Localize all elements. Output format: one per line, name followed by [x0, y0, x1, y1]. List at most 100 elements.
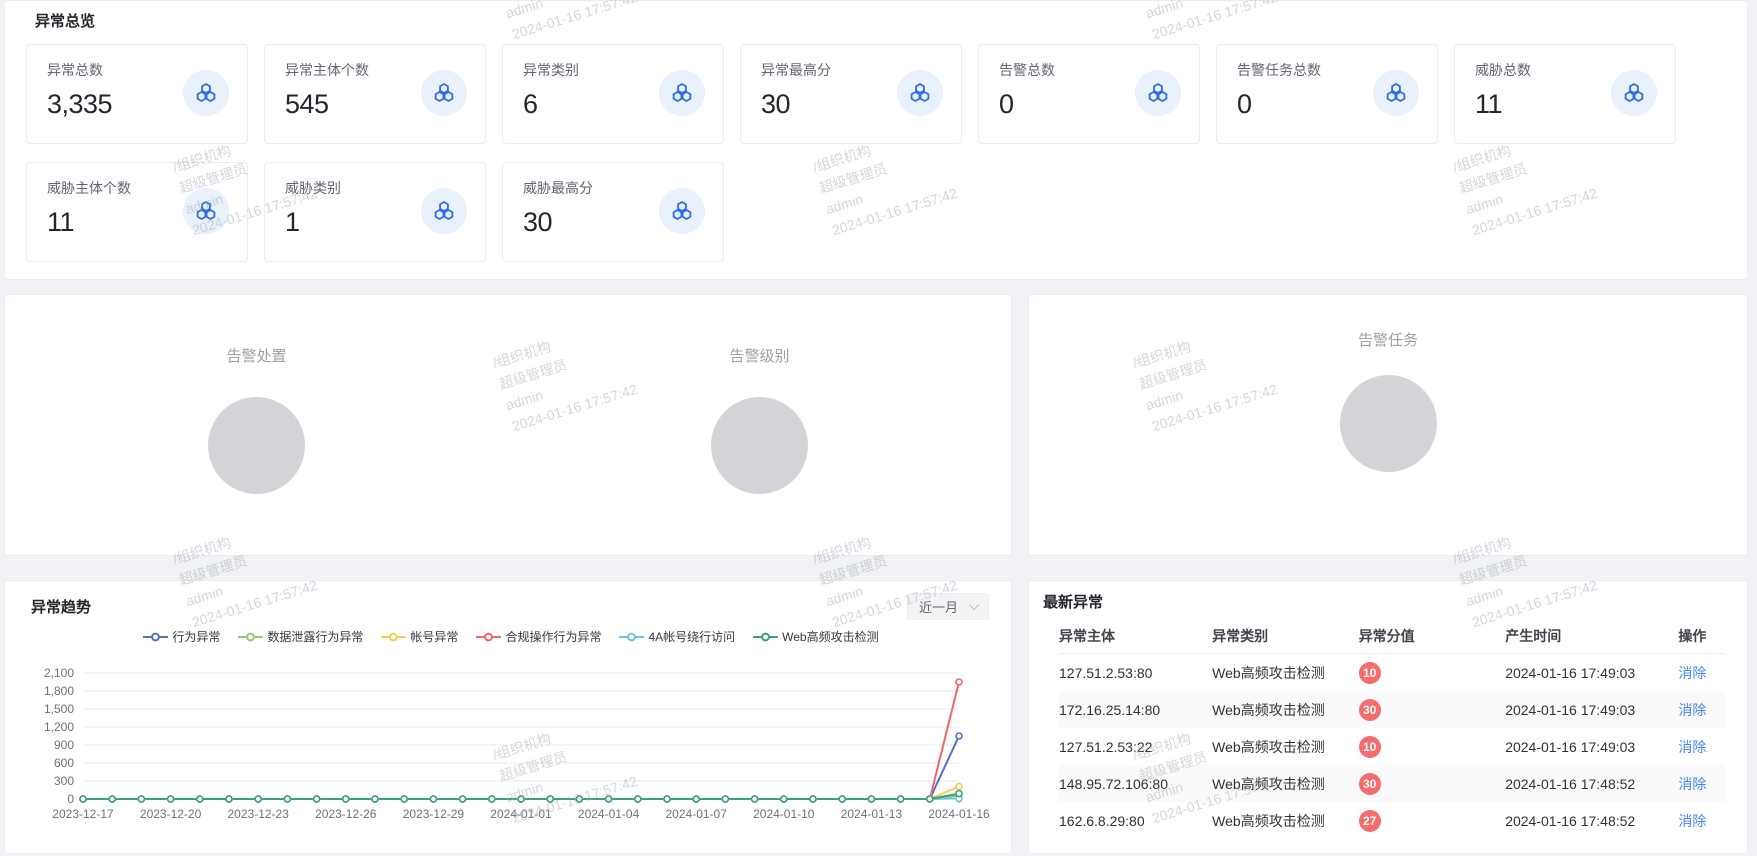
stat-card-threat-categories: 威胁类别 1 [264, 162, 486, 262]
dismiss-link[interactable]: 消除 [1678, 813, 1706, 829]
trend-chart-container: 03006009001,2001,5001,8002,1002023-12-17… [31, 647, 991, 836]
dismiss-link[interactable]: 消除 [1678, 702, 1706, 718]
svg-text:2023-12-26: 2023-12-26 [315, 807, 377, 821]
anomaly-subject: 127.51.2.53:80 [1059, 665, 1212, 681]
anomaly-subject: 127.51.2.53:22 [1059, 739, 1212, 755]
svg-text:2024-01-16: 2024-01-16 [928, 807, 990, 821]
anomaly-category: Web高频攻击检测 [1212, 811, 1359, 831]
legend-label: 行为异常 [172, 628, 220, 645]
latest-anomalies-panel: 最新异常 异常主体 异常类别 异常分值 产生时间 操作 127.51.2.53:… [1028, 580, 1748, 854]
time-range-select[interactable]: 近一月 [907, 593, 989, 620]
anomaly-category: Web高频攻击检测 [1212, 663, 1359, 683]
latest-title: 最新异常 [1043, 591, 1725, 612]
stat-value: 11 [1475, 89, 1531, 120]
column-header-category: 异常类别 [1212, 626, 1359, 646]
stat-card-row-1: 异常总数 3,335 异常主体个数 545 异常类别 6 异常最高分 30 告警… [26, 44, 1727, 144]
stat-card-anomaly-total: 异常总数 3,335 [26, 44, 248, 144]
svg-text:2024-01-04: 2024-01-04 [578, 807, 640, 821]
column-header-time: 产生时间 [1505, 626, 1678, 646]
alert-task-panel: 告警任务 [1028, 294, 1748, 556]
cluster-icon [1135, 70, 1181, 116]
svg-text:2023-12-29: 2023-12-29 [403, 807, 465, 821]
legend-line-icon [476, 632, 501, 642]
anomaly-subject: 162.6.8.29:80 [1059, 813, 1212, 829]
stat-card-threat-total: 威胁总数 11 [1454, 44, 1676, 144]
score-badge: 27 [1359, 810, 1381, 832]
legend-item[interactable]: 行为异常 [143, 628, 220, 645]
alert-task-chart: 告警任务 [1029, 295, 1747, 472]
dismiss-link[interactable]: 消除 [1678, 776, 1706, 792]
stat-label: 告警任务总数 [1237, 60, 1321, 80]
legend-label: Web高频攻击检测 [782, 628, 878, 645]
legend-item[interactable]: Web高频攻击检测 [753, 628, 878, 645]
score-badge: 30 [1359, 773, 1381, 795]
cluster-icon [1611, 70, 1657, 116]
svg-text:2023-12-17: 2023-12-17 [52, 807, 114, 821]
stat-label: 威胁类别 [285, 178, 341, 198]
trend-title: 异常趋势 [31, 596, 91, 617]
chevron-down-icon [969, 600, 979, 610]
stat-card-row-2: 威胁主体个数 11 威胁类别 1 威胁最高分 30 [26, 162, 1727, 262]
anomaly-trend-panel: 异常趋势 近一月 行为异常 数据泄露行为异常 帐号异常 合规操作行为异常 4A帐号绕行访… [4, 580, 1012, 854]
svg-text:2023-12-23: 2023-12-23 [228, 807, 290, 821]
latest-anomalies-table: 异常主体 异常类别 异常分值 产生时间 操作 127.51.2.53:80 We… [1059, 618, 1725, 839]
alert-task-title: 告警任务 [1029, 329, 1747, 350]
svg-text:1,500: 1,500 [44, 702, 74, 716]
cluster-icon [421, 70, 467, 116]
legend-line-icon [619, 632, 644, 642]
table-row: 172.16.25.14:80 Web高频攻击检测 30 2024-01-16 … [1059, 691, 1725, 728]
legend-line-icon [143, 632, 168, 642]
trend-legend: 行为异常 数据泄露行为异常 帐号异常 合规操作行为异常 4A帐号绕行访问 Web高频攻击检… [31, 628, 991, 645]
stat-value: 30 [761, 89, 831, 120]
cluster-icon [1373, 70, 1419, 116]
stat-value: 0 [1237, 89, 1321, 120]
stat-label: 异常类别 [523, 60, 579, 80]
legend-item[interactable]: 帐号异常 [381, 628, 458, 645]
stat-label: 异常总数 [47, 60, 112, 80]
column-header-score: 异常分值 [1359, 626, 1506, 646]
legend-item[interactable]: 合规操作行为异常 [476, 628, 601, 645]
legend-item[interactable]: 数据泄露行为异常 [238, 628, 363, 645]
legend-label: 合规操作行为异常 [505, 628, 601, 645]
dismiss-link[interactable]: 消除 [1678, 739, 1706, 755]
stat-card-anomaly-max-score: 异常最高分 30 [740, 44, 962, 144]
stat-card-alert-total: 告警总数 0 [978, 44, 1200, 144]
anomaly-category: Web高频攻击检测 [1212, 774, 1359, 794]
stat-value: 30 [523, 207, 593, 238]
cluster-icon [659, 188, 705, 234]
cluster-icon [897, 70, 943, 116]
column-header-subject: 异常主体 [1059, 626, 1212, 646]
stat-label: 异常主体个数 [285, 60, 369, 80]
table-row: 127.51.2.53:22 Web高频攻击检测 10 2024-01-16 1… [1059, 728, 1725, 765]
anomaly-subject: 148.95.72.106:80 [1059, 776, 1212, 792]
alert-charts-panel: 告警处置 告警级别 [4, 294, 1012, 556]
svg-text:2023-12-20: 2023-12-20 [140, 807, 202, 821]
overview-panel: 异常总览 异常总数 3,335 异常主体个数 545 异常类别 6 异常最高分 … [4, 0, 1748, 280]
svg-text:600: 600 [54, 756, 74, 770]
legend-label: 帐号异常 [410, 628, 458, 645]
stat-label: 威胁最高分 [523, 178, 593, 198]
anomaly-time: 2024-01-16 17:49:03 [1505, 739, 1678, 755]
cluster-icon [183, 70, 229, 116]
svg-text:2024-01-07: 2024-01-07 [666, 807, 728, 821]
time-range-value: 近一月 [919, 597, 958, 616]
stat-card-anomaly-categories: 异常类别 6 [502, 44, 724, 144]
svg-text:300: 300 [54, 774, 74, 788]
stat-card-alert-task-total: 告警任务总数 0 [1216, 44, 1438, 144]
anomaly-category: Web高频攻击检测 [1212, 700, 1359, 720]
alert-disposal-title: 告警处置 [5, 345, 508, 366]
alert-task-pie-placeholder [1340, 375, 1437, 472]
score-badge: 10 [1359, 736, 1381, 758]
legend-item[interactable]: 4A帐号绕行访问 [619, 628, 735, 645]
svg-text:900: 900 [54, 738, 74, 752]
stat-label: 告警总数 [999, 60, 1055, 80]
stat-value: 545 [285, 89, 369, 120]
anomaly-time: 2024-01-16 17:49:03 [1505, 665, 1678, 681]
dismiss-link[interactable]: 消除 [1678, 665, 1706, 681]
alert-level-pie-placeholder [711, 397, 808, 494]
alert-level-chart: 告警级别 [508, 295, 1011, 555]
trend-line-chart: 03006009001,2001,5001,8002,1002023-12-17… [31, 647, 993, 831]
table-row: 162.6.8.29:80 Web高频攻击检测 27 2024-01-16 17… [1059, 802, 1725, 839]
stat-label: 异常最高分 [761, 60, 831, 80]
stat-value: 6 [523, 89, 579, 120]
